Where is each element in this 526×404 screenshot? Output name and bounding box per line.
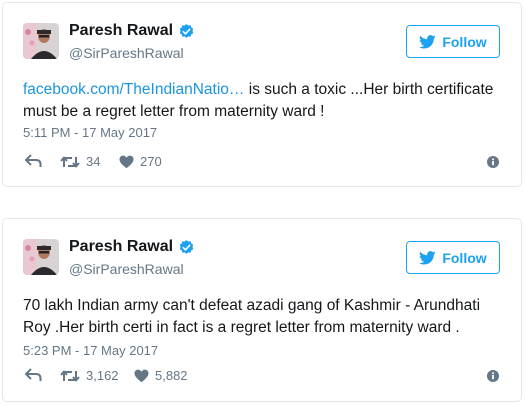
- tweet-actions: 3,162 5,882: [23, 368, 503, 388]
- avatar[interactable]: [23, 239, 59, 275]
- info-button[interactable]: [487, 156, 499, 171]
- retweet-icon: [60, 370, 80, 381]
- reply-button[interactable]: [25, 368, 42, 382]
- reply-icon: [25, 368, 42, 381]
- author-name[interactable]: Paresh Rawal: [69, 22, 195, 40]
- info-icon: [487, 370, 499, 382]
- tweet-link[interactable]: facebook.com/TheIndianNatio…: [23, 81, 244, 98]
- like-count: 5,882: [155, 368, 188, 383]
- retweet-button[interactable]: 34: [60, 154, 100, 169]
- follow-button[interactable]: Follow: [406, 241, 500, 274]
- heart-icon: [134, 369, 149, 382]
- avatar[interactable]: [23, 23, 59, 59]
- author-name-text[interactable]: Paresh Rawal: [69, 238, 173, 256]
- tweet-body: 70 lakh Indian army can't defeat azadi g…: [23, 297, 481, 336]
- twitter-bird-icon: [419, 34, 436, 49]
- follow-label: Follow: [442, 249, 487, 266]
- tweet-text: 70 lakh Indian army can't defeat azadi g…: [23, 295, 503, 339]
- like-button[interactable]: 5,882: [134, 368, 188, 383]
- retweet-count: 34: [86, 154, 101, 169]
- like-button[interactable]: 270: [119, 154, 162, 169]
- author-name-text[interactable]: Paresh Rawal: [69, 22, 173, 40]
- heart-icon: [119, 155, 134, 168]
- follow-button[interactable]: Follow: [406, 25, 500, 58]
- tweet-actions: 34 270: [23, 154, 503, 174]
- tweet-card: Paresh Rawal @SirPareshRawal Follow 70 l…: [2, 218, 522, 402]
- like-count: 270: [140, 154, 162, 169]
- author-name[interactable]: Paresh Rawal: [69, 238, 195, 256]
- twitter-bird-icon: [419, 250, 436, 265]
- tweet-timestamp[interactable]: 5:23 PM - 17 May 2017: [23, 343, 158, 358]
- author-handle[interactable]: @SirPareshRawal: [69, 261, 184, 277]
- verified-icon: [179, 239, 194, 254]
- verified-icon: [179, 23, 194, 38]
- follow-label: Follow: [442, 33, 487, 50]
- author-handle[interactable]: @SirPareshRawal: [69, 45, 184, 61]
- reply-icon: [25, 154, 42, 167]
- retweet-icon: [60, 156, 80, 167]
- retweet-button[interactable]: 3,162: [60, 368, 119, 383]
- info-button[interactable]: [487, 370, 499, 385]
- retweet-count: 3,162: [86, 368, 119, 383]
- tweet-card: Paresh Rawal @SirPareshRawal Follow face…: [2, 2, 522, 187]
- tweet-timestamp[interactable]: 5:11 PM - 17 May 2017: [23, 125, 157, 140]
- tweet-text: facebook.com/TheIndianNatio… is such a t…: [23, 79, 503, 123]
- info-icon: [487, 156, 499, 168]
- reply-button[interactable]: [25, 154, 42, 168]
